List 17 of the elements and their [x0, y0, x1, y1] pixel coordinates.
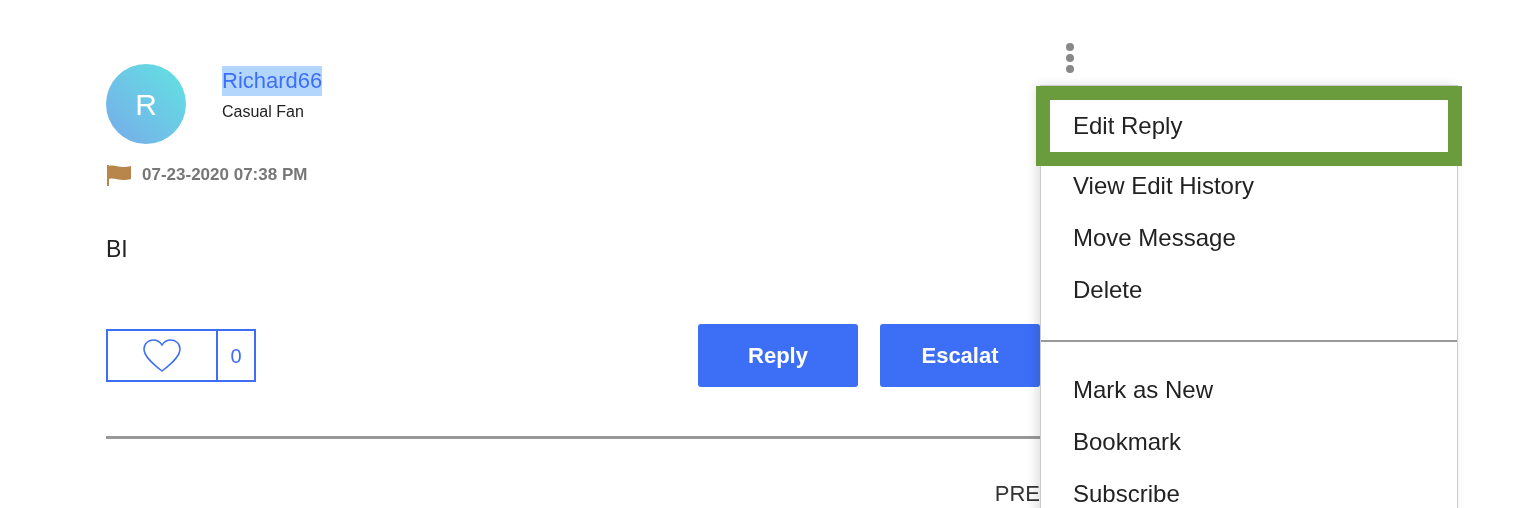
heart-icon	[143, 338, 181, 373]
menu-item[interactable]: Delete	[1041, 264, 1457, 316]
menu-item[interactable]: Subscribe	[1041, 468, 1457, 508]
flag-icon	[106, 163, 132, 186]
menu-item[interactable]: Bookmark	[1041, 416, 1457, 468]
menu-item[interactable]: Move Message	[1041, 212, 1457, 264]
pager-link[interactable]: PRE	[994, 477, 1040, 508]
avatar: R	[106, 64, 186, 144]
post-date: 07-23-2020 07:38 PM	[142, 164, 308, 186]
action-button[interactable]: Reply	[698, 324, 858, 387]
post-body: BI	[106, 234, 129, 264]
like-count: 0	[229, 343, 243, 369]
menu-item[interactable]: Mark as New	[1041, 364, 1457, 416]
author-rank: Casual Fan	[222, 102, 304, 122]
more-options-icon[interactable]	[1064, 42, 1076, 74]
action-button[interactable]: Escalat	[880, 324, 1040, 387]
menu-item[interactable]: View Edit History	[1041, 160, 1457, 212]
